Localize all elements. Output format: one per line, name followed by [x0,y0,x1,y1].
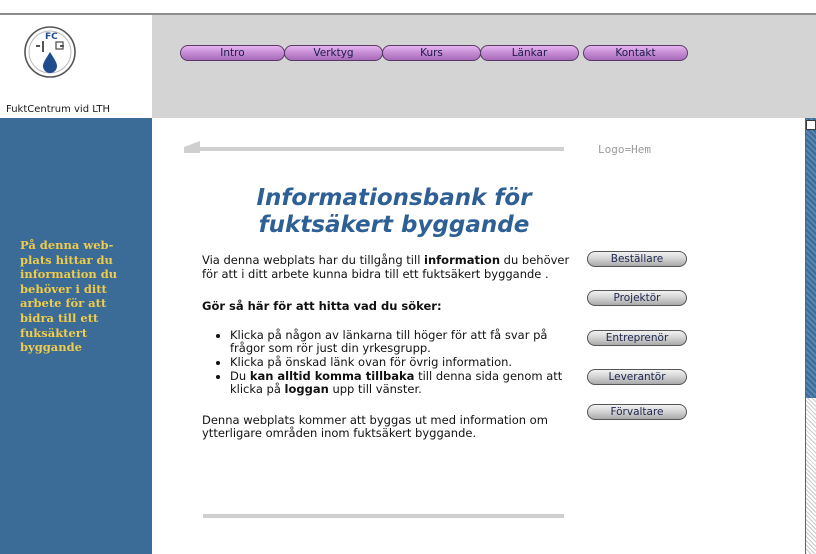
intro-bold: information [424,253,501,267]
scrollbar-thumb[interactable] [806,118,816,398]
top-divider [186,147,564,151]
intro-text: Via denna webplats har du tillgång till [202,253,425,267]
forvaltare-button[interactable]: Förvaltare [587,404,687,420]
leverantor-button[interactable]: Leverantör [587,369,687,385]
step-text: upp till vänster. [328,382,422,397]
nav-lankar-button[interactable]: Länkar [480,45,579,61]
nav-kurs-button[interactable]: Kurs [382,45,481,61]
step-text: Du [230,368,250,383]
steps-list: Klicka på någon av länkarna till höger f… [202,328,584,397]
logo-home-hint: Logo=Hem [598,143,651,156]
step-bold: kan alltid komma tillbaka [249,368,415,383]
sidebar-text: På denna web-plats hittar du information… [20,238,118,355]
content-body: Via denna webplats har du tillgång till … [202,253,584,441]
scroll-up-arrow-icon[interactable] [806,120,816,130]
nav-intro-button[interactable]: Intro [180,45,285,61]
page-title: Informationsbank för fuktsäkert byggande [256,185,532,238]
nav-kontakt-button[interactable]: Kontakt [583,45,688,61]
nav-verktyg-button[interactable]: Verktyg [284,45,383,61]
logo-link[interactable]: FC FuktCentrum vid LTH [0,15,152,118]
list-item: Klicka på någon av länkarna till höger f… [230,328,584,356]
bottom-divider [203,514,564,518]
list-item: Du kan alltid komma tillbaka till denna … [230,368,584,397]
howto-heading: Gör så här för att hitta vad du söker: [202,299,442,314]
projektor-button[interactable]: Projektör [587,290,687,306]
bestallare-button[interactable]: Beställare [587,251,687,267]
logo-badge: FC [45,32,58,42]
step-bold: loggan [284,382,329,397]
outro-paragraph: Denna webplats kommer att byggas ut med … [202,412,548,441]
list-item: Klicka på önskad länk ovan för övrig inf… [230,355,584,370]
logo-text: FuktCentrum vid LTH [6,104,111,115]
logo-icon[interactable]: FC [23,25,77,79]
intro-paragraph: Via denna webplats har du tillgång till … [202,253,584,281]
entreprenor-button[interactable]: Entreprenör [587,330,687,346]
header-bar: Intro Verktyg Kurs Länkar Kontakt [152,15,816,118]
scrollbar-track[interactable] [806,398,816,554]
